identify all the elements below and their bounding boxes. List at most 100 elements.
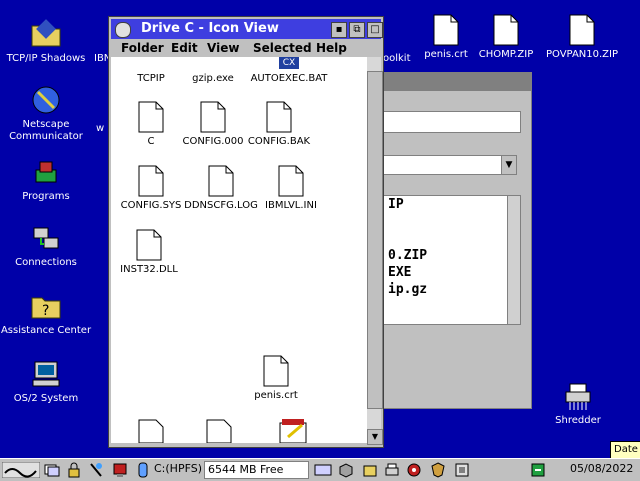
shutdown-icon[interactable]: [454, 462, 470, 478]
desktop-icon-label: Shredder: [555, 415, 601, 426]
netscape-icon: [32, 86, 60, 114]
system-menu-icon[interactable]: [115, 22, 131, 38]
menu-view[interactable]: View: [207, 41, 239, 55]
icon-view-pane[interactable]: TCPIP gzip.exe CX AUTOEXEC.BAT C CONFIG.…: [111, 57, 367, 443]
list-item[interactable]: [388, 230, 512, 247]
file-label: gzip.exe: [192, 73, 234, 84]
keyboard-icon[interactable]: [314, 464, 332, 476]
file-label: AUTOEXEC.BAT: [250, 73, 328, 84]
desktop-icon-netscape[interactable]: Netscape Communicator: [0, 84, 94, 143]
file-item[interactable]: IBMLVL.INI: [251, 165, 331, 211]
folder-icon: [31, 19, 61, 47]
menu-bar: Folder Edit View Selected Help: [111, 39, 381, 57]
desktop-icon-label: Programs: [22, 191, 70, 202]
file-item[interactable]: DDNSCFG.LOG: [181, 165, 261, 211]
os2-logo-icon[interactable]: [2, 462, 40, 478]
document-icon: [200, 101, 226, 133]
list-item[interactable]: ip.gz: [388, 281, 512, 298]
menu-folder[interactable]: Folder: [121, 41, 164, 55]
list-item[interactable]: EXE: [388, 264, 512, 281]
system-setup-icon[interactable]: [112, 462, 128, 478]
computer-icon: [32, 361, 60, 387]
desktop-icon-os2-system[interactable]: OS/2 System: [0, 358, 94, 405]
desktop-icon-label: OS/2 System: [13, 393, 79, 404]
find-icon[interactable]: [88, 462, 104, 478]
file-label: CONFIG.SYS: [120, 200, 182, 211]
file-item[interactable]: CONFIG.SYS: [111, 165, 191, 211]
menu-selected[interactable]: Selected: [253, 41, 312, 55]
programs-icon: [35, 161, 57, 183]
taskbar-date[interactable]: 05/08/2022: [570, 462, 633, 475]
drive-label[interactable]: C:(HPFS): [154, 462, 202, 475]
taskbar: C:(HPFS) 6544 MB Free 05/08/2022: [0, 458, 640, 481]
document-icon[interactable]: [138, 419, 164, 443]
background-dialog-list[interactable]: IP 0.ZIP EXE ip.gz: [383, 195, 513, 325]
status-icon[interactable]: [530, 462, 546, 478]
desktop-icon-povpan10-zip[interactable]: POVPAN10.ZIP: [534, 14, 630, 61]
install-icon[interactable]: [278, 417, 308, 443]
background-dialog-scrollbar[interactable]: [507, 195, 521, 325]
document-icon: [266, 101, 292, 133]
file-item[interactable]: penis.crt: [236, 355, 316, 401]
list-item[interactable]: 0.ZIP: [388, 247, 512, 264]
document-icon: [278, 165, 304, 197]
desktop-icon-assistance-center[interactable]: ? Assistance Center: [0, 290, 94, 337]
partial-desktop-label: w: [96, 123, 105, 134]
drive-icon[interactable]: [136, 462, 150, 478]
background-dialog-input[interactable]: [383, 111, 521, 133]
desktop-icon-shredder[interactable]: Shredder: [530, 380, 626, 427]
desktop-icon-label: Netscape Communicator: [9, 119, 83, 142]
menu-help[interactable]: Help: [316, 41, 347, 55]
window-titlebar[interactable]: Drive C - Icon View ▪ ⧉ □: [111, 19, 383, 39]
list-item[interactable]: IP: [388, 196, 512, 213]
network-icon: [33, 227, 59, 249]
document-icon: [138, 101, 164, 133]
package-icon[interactable]: [338, 462, 354, 478]
file-item[interactable]: INST32.DLL: [109, 229, 189, 275]
file-label: penis.crt: [254, 390, 298, 401]
document-icon: [208, 165, 234, 197]
desktop-icon-connections[interactable]: Connections: [0, 222, 94, 269]
document-icon: [433, 14, 459, 46]
desktop-icon-label: TCP/IP Shadows: [6, 53, 86, 64]
scroll-down-icon[interactable]: ▼: [367, 429, 383, 445]
file-label: CONFIG.BAK: [247, 136, 311, 147]
document-icon: [493, 14, 519, 46]
maximize-button[interactable]: □: [367, 22, 383, 38]
window-list-icon[interactable]: [44, 462, 60, 478]
file-item[interactable]: gzip.exe: [173, 73, 253, 84]
desktop-icon-label: Assistance Center: [0, 325, 92, 336]
document-icon: [138, 165, 164, 197]
drive-c-window[interactable]: Drive C - Icon View ▪ ⧉ □ Folder Edit Vi…: [108, 16, 384, 448]
dropdown-arrow-icon[interactable]: ▼: [501, 156, 516, 174]
background-dialog-combo[interactable]: ▼: [383, 155, 517, 175]
restore-button[interactable]: ⧉: [349, 22, 365, 38]
window-title: Drive C - Icon View: [141, 21, 279, 36]
document-icon[interactable]: [206, 419, 232, 443]
printer-icon[interactable]: [384, 462, 400, 478]
document-icon: [569, 14, 595, 46]
window-vertical-scrollbar[interactable]: ▼: [367, 57, 383, 445]
desktop-icon-programs[interactable]: Programs: [0, 156, 94, 203]
lock-icon[interactable]: [66, 462, 82, 478]
list-item[interactable]: [388, 213, 512, 230]
folder-tree-icon[interactable]: [362, 462, 378, 478]
help-folder-icon: ?: [31, 297, 61, 319]
desktop-icon-tcpip-shadows[interactable]: TCP/IP Shadows: [0, 18, 94, 65]
desktop-icon-label: POVPAN10.ZIP: [545, 49, 618, 60]
date-tooltip: Date: [610, 441, 640, 459]
file-item[interactable]: CX AUTOEXEC.BAT: [249, 57, 329, 84]
free-space-field[interactable]: 6544 MB Free: [204, 461, 309, 479]
scrollbar-thumb[interactable]: [367, 71, 383, 409]
file-label: DDNSCFG.LOG: [184, 200, 258, 211]
shield-icon[interactable]: [430, 462, 446, 478]
document-icon: [263, 355, 289, 387]
background-dialog-titlebar[interactable]: [381, 73, 531, 91]
background-dialog[interactable]: ▼ IP 0.ZIP EXE ip.gz: [380, 72, 532, 409]
menu-edit[interactable]: Edit: [171, 41, 198, 55]
hide-button[interactable]: ▪: [331, 22, 347, 38]
file-item[interactable]: CONFIG.BAK: [239, 101, 319, 147]
file-label: INST32.DLL: [120, 264, 178, 275]
gear-icon[interactable]: [406, 462, 422, 478]
shredder-icon: [565, 383, 591, 410]
